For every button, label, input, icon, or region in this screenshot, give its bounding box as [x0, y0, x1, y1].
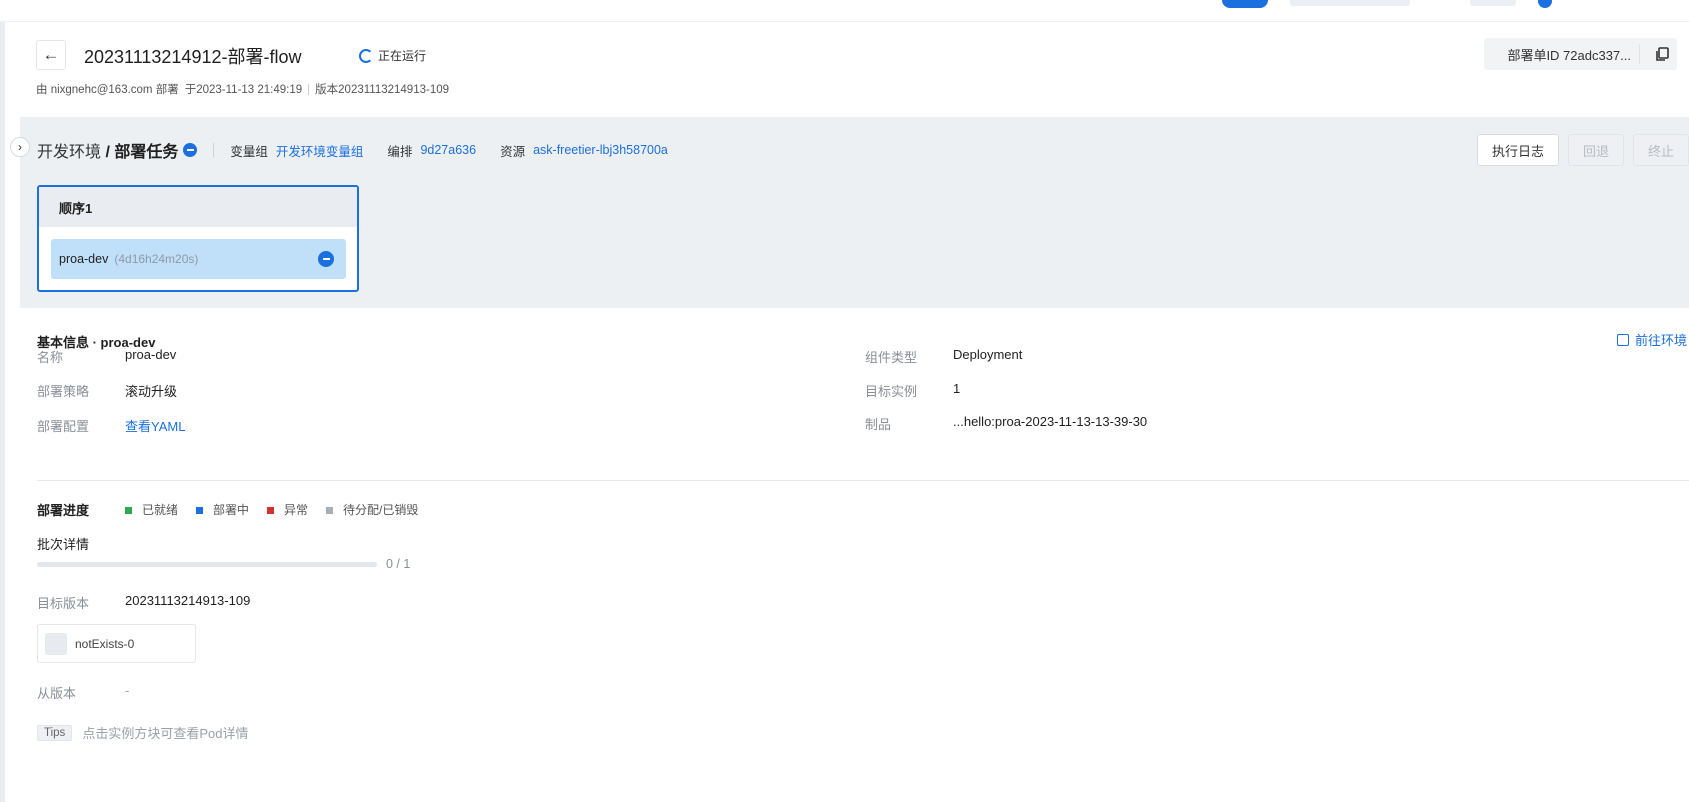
enter-icon: [1617, 333, 1629, 346]
artifact-value: ...hello:proa-2023-11-13-13-39-30: [953, 414, 1148, 429]
order-card: 顺序1 proa-dev (4d16h24m20s): [37, 185, 359, 292]
legend-error: 异常: [267, 501, 308, 518]
info-row-strategy: 部署策略 滚动升级: [37, 381, 177, 400]
batch-progress-text: 0 / 1: [386, 557, 411, 571]
legend-swatch: [267, 507, 275, 514]
running-spinner-icon: [359, 48, 373, 63]
copy-button[interactable]: [1639, 44, 1669, 64]
instance-block[interactable]: notExists-0: [37, 624, 196, 663]
deploy-id-text: 部署单ID 72adc337...: [1507, 47, 1631, 63]
orchestration-link[interactable]: 9d27a636: [420, 143, 476, 157]
progress-legend: 已就绪 部署中 异常 待分配/已销毁: [125, 501, 418, 518]
goto-env-label: 前往环境: [1635, 333, 1688, 348]
env-item-name: proa-dev: [59, 252, 109, 266]
legend-swatch: [196, 507, 204, 514]
strategy-value: 滚动升级: [125, 384, 178, 399]
execution-log-button[interactable]: 执行日志: [1476, 134, 1559, 166]
info-row-target-version: 目标版本 20231113214913-109: [37, 593, 250, 612]
legend-ready: 已就绪: [125, 501, 178, 518]
info-row-target: 目标实例 1: [865, 381, 960, 400]
legend-deploying: 部署中: [196, 501, 249, 518]
breadcrumb-task: 部署任务: [114, 144, 179, 161]
page-title: 20231113214912-部署-flow: [84, 47, 302, 67]
info-row-config: 部署配置 查看YAML: [37, 416, 185, 435]
flow-header: ← 20231113214912-部署-flow 正在运行 由 nixgnehc…: [36, 38, 1689, 118]
top-toolbar-item[interactable]: [1290, 0, 1410, 6]
breadcrumb-env[interactable]: 开发环境: [37, 144, 101, 161]
arrow-left-icon: ←: [42, 45, 60, 64]
status-indicator: 正在运行: [359, 47, 426, 64]
tips-text: 点击实例方块可查看Pod详情: [82, 726, 249, 741]
back-button[interactable]: ←: [36, 40, 66, 70]
info-row-artifact: 制品 ...hello:proa-2023-11-13-13-39-30: [865, 414, 1147, 433]
version-text: 版本20231113214913-109: [315, 84, 450, 96]
legend-swatch: [326, 507, 334, 514]
top-primary-button[interactable]: [1222, 0, 1268, 8]
meta-divider: [308, 83, 310, 95]
from-version-value: -: [125, 683, 130, 698]
strategy-label: 部署策略: [37, 384, 90, 399]
deployer-text: 由 nixgnehc@163.com 部署: [36, 84, 179, 96]
goto-env-link[interactable]: 前往环境: [1617, 330, 1687, 349]
deploy-id-box: 部署单ID 72adc337...: [1484, 38, 1677, 70]
batch-progress-bar: [37, 562, 377, 567]
deployment-flow-page: ← 20231113214912-部署-flow 正在运行 由 nixgnehc…: [0, 0, 1689, 802]
flow-meta: 由 nixgnehc@163.com 部署 于2023-11-13 21:49:…: [36, 81, 449, 97]
component-label: 组件类型: [865, 350, 918, 365]
top-toolbar-item[interactable]: [1470, 0, 1516, 6]
task-status-icon: [183, 143, 198, 157]
legend-swatch: [125, 507, 132, 514]
name-label: 名称: [37, 350, 64, 365]
resource-label: 资源: [500, 144, 526, 159]
target-value: 1: [953, 381, 961, 396]
rollback-button[interactable]: 回退: [1567, 134, 1624, 166]
info-row-component: 组件类型 Deployment: [865, 347, 1022, 366]
chevron-right-icon: ›: [18, 140, 22, 154]
tips-tag: Tips: [37, 724, 73, 741]
vargroup-label: 变量组: [230, 144, 268, 159]
from-version-label: 从版本: [37, 686, 77, 701]
divider: [213, 143, 215, 157]
info-row-from-version: 从版本 -: [37, 683, 129, 702]
target-version-label: 目标版本: [37, 596, 90, 611]
instance-square[interactable]: [45, 632, 67, 655]
view-yaml-link[interactable]: 查看YAML: [125, 416, 185, 435]
orchestration-label: 编排: [387, 144, 413, 159]
progress-label: 部署进度: [37, 503, 90, 518]
component-value: Deployment: [953, 347, 1023, 362]
info-row-name: 名称 proa-dev: [37, 347, 176, 366]
stop-button[interactable]: 终止: [1632, 134, 1689, 166]
status-text: 正在运行: [378, 49, 427, 63]
section-divider: [37, 480, 1689, 481]
stage-info-bar: 开发环境 / 部署任务 变量组 开发环境变量组 编排 9d27a636 资源 a…: [37, 138, 692, 162]
vargroup-link[interactable]: 开发环境变量组: [276, 141, 364, 160]
env-item-status-icon: [318, 251, 334, 267]
name-value: proa-dev: [125, 347, 177, 362]
target-version-value: 20231113214913-109: [125, 593, 251, 608]
legend-pending: 待分配/已销毁: [326, 501, 418, 518]
tips-row: Tips 点击实例方块可查看Pod详情: [37, 723, 248, 742]
deployed-at-text: 于2023-11-13 21:49:19: [184, 84, 303, 96]
top-toolbar-strip: [0, 0, 1689, 22]
expand-sidebar-button[interactable]: ›: [10, 137, 30, 157]
breadcrumb-separator: /: [105, 144, 110, 161]
config-label: 部署配置: [37, 419, 90, 434]
env-item-duration: (4d16h24m20s): [114, 252, 199, 266]
left-rail: [0, 0, 5, 802]
artifact-label: 制品: [865, 417, 892, 432]
resource-link[interactable]: ask-freetier-lbj3h58700a: [533, 143, 668, 157]
batch-label: 批次详情: [37, 537, 90, 552]
instance-name: notExists-0: [75, 636, 135, 651]
env-item-proa-dev[interactable]: proa-dev (4d16h24m20s): [51, 239, 346, 279]
stage-panel: › 开发环境 / 部署任务 变量组 开发环境变量组 编排 9d27a636 资源…: [10, 117, 1689, 308]
user-avatar[interactable]: [1538, 0, 1552, 8]
target-label: 目标实例: [865, 384, 918, 399]
breadcrumb: 开发环境 / 部署任务: [37, 138, 178, 162]
copy-icon: [1656, 46, 1669, 61]
order-title: 顺序1: [39, 187, 357, 227]
stage-actions: 执行日志 回退 终止: [1476, 134, 1689, 166]
